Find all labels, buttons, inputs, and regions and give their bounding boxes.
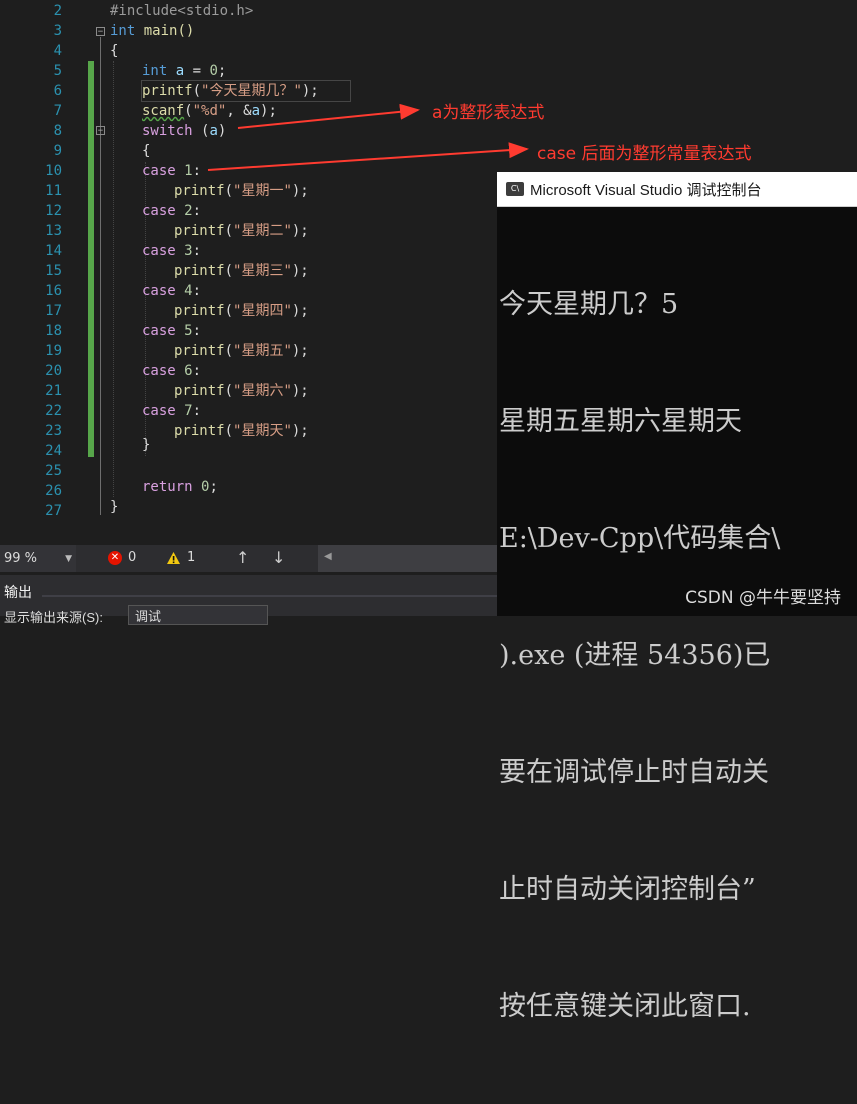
annotation-a-expression: a为整形表达式 (432, 103, 545, 123)
debug-console-window[interactable]: C\ Microsoft Visual Studio 调试控制台 今天星期几？5… (497, 172, 857, 1022)
arrow-line (237, 103, 420, 129)
console-titlebar[interactable]: C\ Microsoft Visual Studio 调试控制台 (497, 172, 857, 207)
arrow-line (207, 142, 529, 171)
up-arrow-icon[interactable]: ↑ (236, 548, 249, 567)
error-icon: ✕ (108, 550, 122, 565)
console-title: Microsoft Visual Studio 调试控制台 (530, 181, 762, 199)
warning-indicator[interactable]: 1 (166, 550, 195, 565)
editor-status-bar: 99 % ▼ ✕ 0 1 ↑ ↓ ◀ (0, 545, 497, 572)
console-app-icon: C\ (506, 182, 524, 196)
output-panel-divider (42, 595, 497, 597)
horizontal-scrollbar[interactable]: ◀ (318, 545, 497, 572)
output-panel: 输出 显示输出来源(S): 调试 (0, 575, 497, 625)
console-line: ).exe (进程 54356)已 (499, 640, 771, 671)
csdn-watermark: CSDN @牛牛要坚持 (685, 588, 841, 608)
error-count: 0 (128, 550, 137, 565)
error-indicator[interactable]: ✕ 0 (108, 550, 136, 565)
output-source-label: 显示输出来源(S): (4, 610, 103, 625)
output-source-select[interactable]: 调试 (128, 605, 268, 625)
console-line: 星期五星期六星期天 (499, 406, 742, 437)
console-line: 按任意键关闭此窗口. (499, 991, 751, 1022)
chevron-down-icon: ▼ (65, 553, 72, 564)
zoom-dropdown[interactable]: 99 % ▼ (0, 545, 76, 572)
annotation-case-expression: case 后面为整形常量表达式 (537, 144, 752, 164)
console-line: E:\Dev-Cpp\代码集合\ (499, 523, 781, 554)
console-output: 今天星期几？5 星期五星期六星期天 E:\Dev-Cpp\代码集合\ ).exe… (497, 207, 857, 1104)
warning-count: 1 (187, 550, 196, 565)
scroll-left-icon[interactable]: ◀ (324, 551, 332, 562)
down-arrow-icon[interactable]: ↓ (272, 548, 285, 567)
output-panel-title: 输出 (4, 584, 32, 600)
zoom-value: 99 % (4, 551, 38, 566)
warning-icon (167, 551, 180, 564)
console-line: 今天星期几？5 (499, 289, 679, 320)
console-line: 止时自动关闭控制台” (499, 874, 756, 905)
console-line: 要在调试停止时自动关 (499, 757, 769, 788)
